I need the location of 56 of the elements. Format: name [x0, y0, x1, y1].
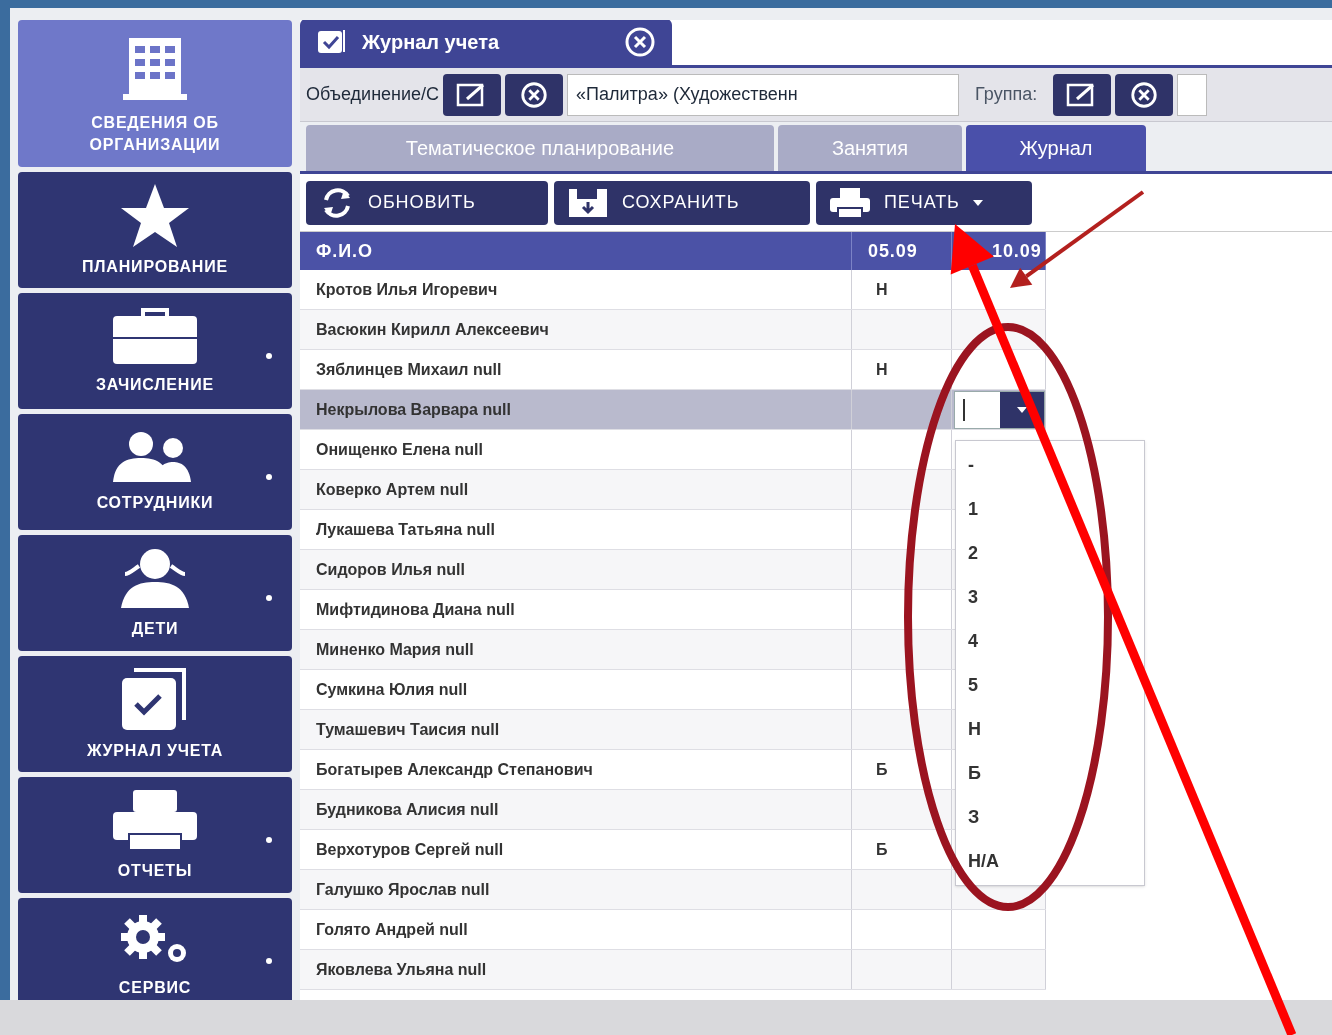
toolbar-button[interactable]: ПЕЧАТЬ — [816, 180, 1032, 225]
mark-cell: Н — [852, 350, 952, 389]
dropdown-option[interactable]: 4 — [956, 619, 1144, 663]
close-icon[interactable] — [624, 26, 656, 58]
name-cell[interactable]: Кротов Илья Игоревич — [300, 270, 852, 309]
name-cell[interactable]: Верхотуров Сергей null — [300, 830, 852, 869]
name-cell[interactable]: Богатырев Александр Степанович — [300, 750, 852, 789]
association-label: Объединение/С — [306, 83, 440, 106]
edit-button[interactable] — [443, 73, 502, 116]
toolbar-button[interactable]: ОБНОВИТЬ — [306, 180, 548, 225]
printer-icon — [828, 185, 872, 220]
dropdown-option[interactable]: З — [956, 795, 1144, 839]
edit-button[interactable] — [1053, 73, 1112, 116]
dropdown-option[interactable]: Н — [956, 707, 1144, 751]
mark-cell: Б — [852, 750, 952, 789]
name-cell[interactable]: Голято Андрей null — [300, 910, 852, 949]
name-cell[interactable]: Будникова Алисия null — [300, 790, 852, 829]
column-header[interactable]: 10.09 — [992, 237, 1042, 265]
sidebar-item[interactable]: СЕРВИС — [18, 898, 292, 1000]
dropdown-option[interactable]: 5 — [956, 663, 1144, 707]
sidebar-item[interactable]: ЖУРНАЛ УЧЕТА — [18, 656, 292, 772]
group-label: Группа: — [974, 83, 1039, 106]
sidebar-item[interactable]: СОТРУДНИКИ — [18, 414, 292, 530]
sidebar-item[interactable]: ЗАЧИСЛЕНИЕ — [18, 293, 292, 409]
window-tab[interactable]: Журнал учета — [300, 20, 672, 65]
group-field[interactable] — [1177, 73, 1208, 116]
column-header[interactable]: Ф.И.О — [316, 237, 373, 265]
close-icon — [519, 79, 550, 110]
dropdown-option[interactable]: 3 — [956, 575, 1144, 619]
mark-cell: Б — [852, 830, 952, 869]
dropdown-option[interactable]: 2 — [956, 531, 1144, 575]
mark-select[interactable] — [954, 390, 1045, 429]
name-cell[interactable]: Зяблинцев Михаил null — [300, 350, 852, 389]
dropdown-option[interactable]: - — [956, 443, 1144, 487]
name-cell[interactable]: Лукашева Татьяна null — [300, 510, 852, 549]
dropdown-option[interactable]: 1 — [956, 487, 1144, 531]
tab[interactable]: Журнал — [966, 125, 1146, 171]
name-cell[interactable]: Мифтидинова Диана null — [300, 590, 852, 629]
clear-button[interactable] — [505, 73, 564, 116]
name-cell[interactable]: Сумкина Юлия null — [300, 670, 852, 709]
tab-title: Журнал учета — [362, 30, 500, 55]
close-icon — [1129, 79, 1160, 110]
sidebar-item[interactable]: ДЕТИ — [18, 535, 292, 651]
name-cell[interactable]: Миненко Мария null — [300, 630, 852, 669]
name-cell[interactable]: Онищенко Елена null — [300, 430, 852, 469]
dropdown-option[interactable]: Б — [956, 751, 1144, 795]
caret-icon — [1016, 405, 1028, 414]
toolbar-button[interactable]: СОХРАНИТЬ — [554, 180, 810, 225]
dropdown-option[interactable]: Н/А — [956, 839, 1144, 883]
sidebar-item[interactable]: ПЛАНИРОВАНИЕ — [18, 172, 292, 288]
clear-button[interactable] — [1115, 73, 1174, 116]
column-header[interactable]: 05.09 — [868, 237, 918, 265]
association-field[interactable]: «Палитра» (Художественн — [567, 73, 960, 116]
sidebar-item[interactable]: СВЕДЕНИЯ ОБ ОРГАНИЗАЦИИ — [18, 20, 292, 167]
sidebar-item[interactable]: ОТЧЕТЫ — [18, 777, 292, 893]
name-cell[interactable]: Тумашевич Таисия null — [300, 710, 852, 749]
